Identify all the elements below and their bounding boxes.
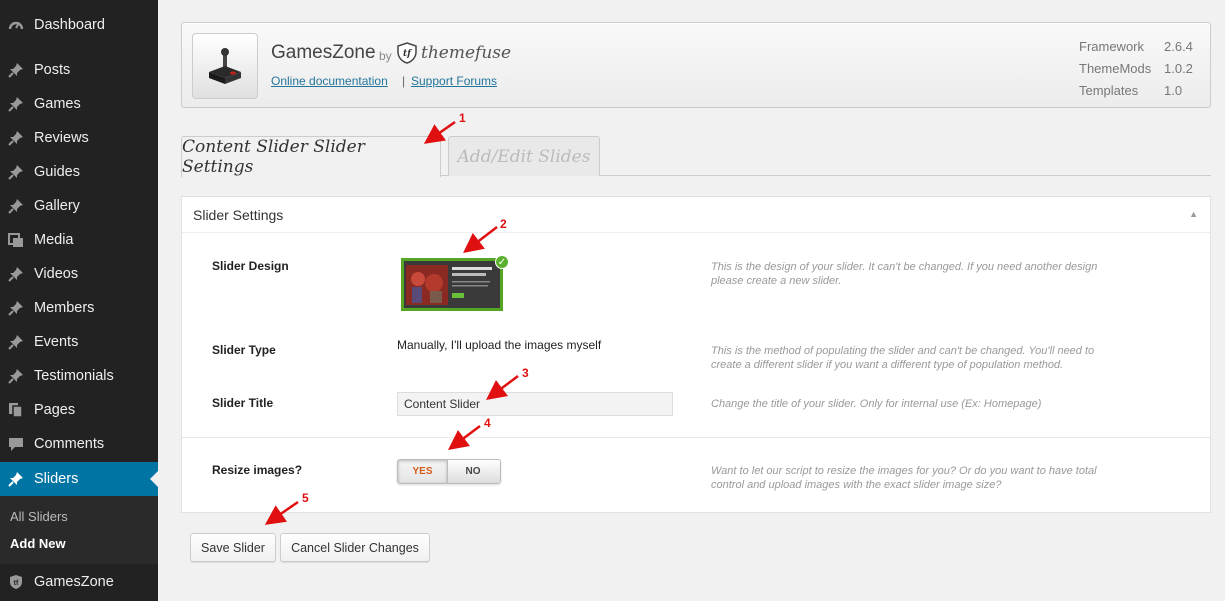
svg-text:tf: tf <box>14 580 19 587</box>
cancel-slider-changes-button[interactable]: Cancel Slider Changes <box>280 533 430 562</box>
sidebar-item-label: Games <box>34 96 81 112</box>
annotation-number-2: 2 <box>500 217 507 231</box>
toggle-yes-option[interactable]: YES <box>398 460 448 483</box>
sidebar-item-label: Gallery <box>34 198 80 214</box>
slider-type-description: This is the method of populating the sli… <box>711 345 1095 371</box>
sliders-submenu: All Sliders Add New <box>0 496 158 564</box>
thememods-version: 1.0.2 <box>1164 61 1193 76</box>
resize-images-toggle[interactable]: YES NO <box>397 459 501 484</box>
sidebar-item-gameszone[interactable]: tf GamesZone <box>0 565 158 599</box>
slider-type-value: Manually, I'll upload the images myself <box>397 338 602 352</box>
sidebar-item-members[interactable]: Members <box>0 291 158 325</box>
sidebar-item-label: Videos <box>34 266 79 282</box>
slider-design-label: Slider Design <box>212 259 289 273</box>
theme-header: GamesZone by tf themefuse Online documen… <box>181 22 1211 108</box>
sidebar-item-reviews[interactable]: Reviews <box>0 121 158 155</box>
sidebar-item-label: Posts <box>34 62 71 78</box>
sidebar-item-testimonials[interactable]: Testimonials <box>0 359 158 393</box>
themefuse-logo: tf themefuse <box>397 42 511 64</box>
sidebar-item-events[interactable]: Events <box>0 325 158 359</box>
section-divider <box>182 437 1210 438</box>
sidebar-item-comments[interactable]: Comments <box>0 427 158 461</box>
panel-header: Slider Settings ▲ <box>182 197 1210 233</box>
shield-icon: tf <box>8 574 24 590</box>
sidebar-item-label: Sliders <box>34 471 79 487</box>
submenu-all-sliders[interactable]: All Sliders <box>10 509 68 524</box>
sidebar-item-videos[interactable]: Videos <box>0 257 158 291</box>
pages-icon <box>8 402 24 418</box>
thememods-label: ThemeMods <box>1079 61 1152 76</box>
framework-version: 2.6.4 <box>1164 39 1193 54</box>
pin-icon <box>8 471 24 487</box>
pin-icon <box>8 300 24 316</box>
sidebar-item-gallery[interactable]: Gallery <box>0 189 158 223</box>
pin-icon <box>8 130 24 146</box>
pin-icon <box>8 334 24 350</box>
link-separator: | <box>402 74 406 88</box>
sidebar-item-sliders[interactable]: Sliders <box>0 462 158 496</box>
support-forums-link[interactable]: Support Forums <box>411 74 497 88</box>
framework-label: Framework <box>1079 39 1145 54</box>
theme-name: GamesZone <box>271 42 376 63</box>
dashboard-icon <box>8 17 24 33</box>
sidebar-item-label: Comments <box>34 436 105 452</box>
sidebar-item-label: Media <box>34 232 74 248</box>
sidebar-item-guides[interactable]: Guides <box>0 155 158 189</box>
sidebar-item-label: GamesZone <box>34 574 114 590</box>
media-icon <box>8 232 24 248</box>
sidebar-item-posts[interactable]: Posts <box>0 53 158 87</box>
brand-name: themefuse <box>421 43 512 63</box>
collapse-arrow-icon[interactable]: ▲ <box>1189 209 1198 219</box>
annotation-number-3: 3 <box>522 366 529 380</box>
resize-images-description: Want to let our script to resize the ima… <box>711 465 1097 491</box>
selected-check-icon: ✓ <box>495 255 509 269</box>
resize-images-label: Resize images? <box>212 463 303 477</box>
panel-title: Slider Settings <box>193 207 284 223</box>
admin-sidebar: Dashboard Posts Games Reviews Guides Gal… <box>0 0 158 601</box>
slider-design-thumbnail[interactable] <box>401 258 503 311</box>
templates-label: Templates <box>1079 83 1139 98</box>
slider-design-description: This is the design of your slider. It ca… <box>711 261 1098 287</box>
slider-settings-panel: Slider Settings ▲ Slider Design ✓ This i… <box>181 196 1211 513</box>
save-slider-button[interactable]: Save Slider <box>190 533 276 562</box>
sidebar-item-label: Reviews <box>34 130 89 146</box>
comments-icon <box>8 436 24 452</box>
tab-slider-settings[interactable]: Content Slider Slider Settings <box>181 136 441 177</box>
online-documentation-link[interactable]: Online documentation <box>271 74 388 88</box>
submenu-add-new[interactable]: Add New <box>10 536 66 551</box>
tab-add-edit-slides[interactable]: Add/Edit Slides <box>448 136 600 176</box>
themefuse-shield-icon: tf <box>397 42 417 64</box>
slider-type-label: Slider Type <box>212 343 276 357</box>
pin-icon <box>8 266 24 282</box>
sidebar-item-label: Testimonials <box>34 368 114 384</box>
annotation-number-4: 4 <box>484 416 491 430</box>
sidebar-item-dashboard[interactable]: Dashboard <box>0 8 158 42</box>
sidebar-item-label: Members <box>34 300 95 316</box>
joystick-icon <box>209 48 241 84</box>
templates-version: 1.0 <box>1164 83 1183 98</box>
annotation-number-5: 5 <box>302 491 309 505</box>
pin-icon <box>8 368 24 384</box>
by-label: by <box>379 49 392 63</box>
sidebar-item-pages[interactable]: Pages <box>0 393 158 427</box>
sidebar-item-label: Pages <box>34 402 76 418</box>
theme-logo <box>192 33 258 99</box>
sidebar-item-games[interactable]: Games <box>0 87 158 121</box>
pin-icon <box>8 164 24 180</box>
toggle-no-option[interactable]: NO <box>448 460 498 483</box>
sidebar-item-media[interactable]: Media <box>0 223 158 257</box>
sidebar-item-label: Dashboard <box>34 17 105 33</box>
annotation-number-1: 1 <box>459 111 466 125</box>
pin-icon <box>8 62 24 78</box>
sidebar-item-label: Events <box>34 334 79 350</box>
pin-icon <box>8 96 24 112</box>
slider-title-input[interactable] <box>397 392 673 416</box>
pin-icon <box>8 198 24 214</box>
slider-title-description: Change the title of your slider. Only fo… <box>711 398 1042 410</box>
sidebar-item-label: Guides <box>34 164 80 180</box>
slider-title-label: Slider Title <box>212 396 274 410</box>
